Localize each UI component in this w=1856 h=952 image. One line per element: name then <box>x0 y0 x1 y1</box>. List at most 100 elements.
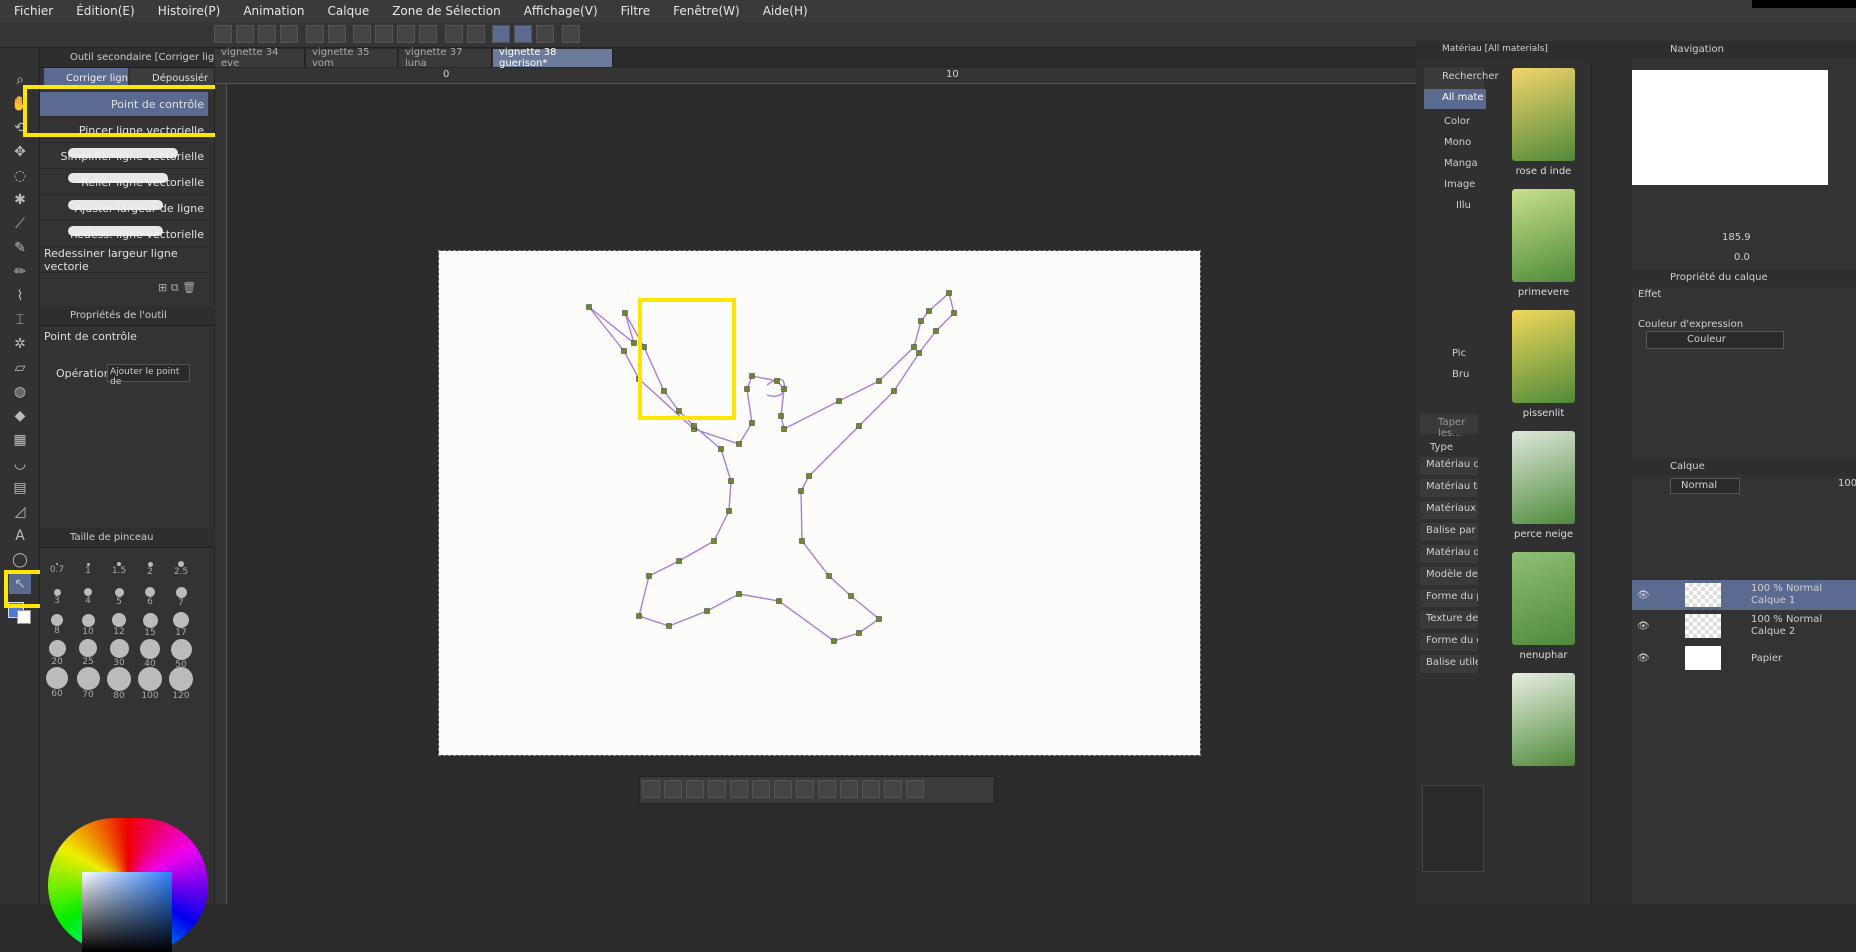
snap-grid-icon[interactable] <box>466 25 485 43</box>
tab-vignette-35[interactable]: vignette 35 vom <box>306 47 398 69</box>
brush-size-cell[interactable]: 17 <box>166 610 196 638</box>
control-point[interactable] <box>778 413 784 419</box>
control-point[interactable] <box>806 473 812 479</box>
brush-size-cell[interactable]: 1 <box>73 554 103 581</box>
balloon-icon[interactable]: ◯ <box>9 550 31 570</box>
tree-manga[interactable]: Manga <box>1444 153 1478 174</box>
control-point[interactable] <box>728 478 734 484</box>
control-point[interactable] <box>621 348 627 354</box>
new-icon[interactable] <box>214 25 232 43</box>
brush-size-cell[interactable]: 2.5 <box>166 554 196 581</box>
control-point[interactable] <box>836 398 842 404</box>
control-point[interactable] <box>666 623 672 629</box>
brush-icon[interactable]: ⌇ <box>9 286 31 306</box>
crop-icon[interactable] <box>397 25 415 43</box>
navigator-preview[interactable] <box>1632 70 1828 185</box>
tree-illu[interactable]: Illu <box>1444 195 1478 216</box>
brush-size-cell[interactable]: 8 <box>42 610 72 637</box>
control-point[interactable] <box>911 344 917 350</box>
layer-row[interactable]: 👁 100 % Normal Calque 1 <box>1632 580 1856 610</box>
control-point[interactable] <box>916 350 922 356</box>
control-point[interactable] <box>891 388 897 394</box>
material-thumbnail[interactable] <box>1512 673 1575 766</box>
options-icon[interactable] <box>906 780 924 798</box>
select-copy-icon[interactable] <box>774 780 792 798</box>
material-thumbnail[interactable] <box>1512 431 1575 524</box>
scale-icon[interactable] <box>840 780 858 798</box>
brush-size-cell[interactable]: 6 <box>135 582 165 609</box>
control-point[interactable] <box>749 420 755 426</box>
layer-row[interactable]: 👁 100 % Normal Calque 2 <box>1632 611 1856 641</box>
control-point[interactable] <box>704 608 710 614</box>
fill-bucket-icon[interactable]: ◆ <box>9 406 31 426</box>
menu-edition[interactable]: Édition(E) <box>62 4 143 18</box>
material-thumbnail[interactable] <box>1512 68 1575 161</box>
control-point[interactable] <box>586 304 592 310</box>
type-item[interactable]: Matériau d'Ir <box>1420 545 1478 563</box>
fill-icon[interactable] <box>375 25 393 43</box>
eyedropper-icon[interactable]: ⟋ <box>9 214 31 234</box>
control-point[interactable] <box>798 488 804 494</box>
brush-size-cell[interactable]: 80 <box>104 666 134 701</box>
type-item[interactable]: Texture de p <box>1420 611 1478 629</box>
redo-icon[interactable] <box>327 25 346 43</box>
menu-histoire[interactable]: Histoire(P) <box>144 4 230 18</box>
canvas-paper[interactable] <box>438 250 1201 756</box>
type-item[interactable]: Forme du p <box>1420 589 1478 607</box>
control-point[interactable] <box>726 508 732 514</box>
menu-animation[interactable]: Animation <box>229 4 313 18</box>
undo-icon[interactable] <box>305 25 324 43</box>
print-icon[interactable] <box>280 25 298 43</box>
snap-icon[interactable] <box>419 25 437 43</box>
blend-mode-select[interactable]: Normal <box>1670 478 1740 494</box>
brush-size-cell[interactable]: 100 <box>135 666 165 701</box>
eye-icon[interactable]: 👁 <box>1637 621 1650 632</box>
frame-icon[interactable]: ▤ <box>9 478 31 498</box>
open-icon[interactable] <box>236 25 254 43</box>
brush-size-cell[interactable]: 12 <box>104 610 134 637</box>
subtool-actions[interactable]: ⊞ ⧉ 🗑 <box>158 281 196 295</box>
fill-icon[interactable] <box>862 780 880 798</box>
select-expand-icon[interactable] <box>686 780 704 798</box>
tab-vignette-38[interactable]: vignette 38 guerison* <box>493 47 613 69</box>
menu-selection[interactable]: Zone de Sélection <box>378 4 509 18</box>
gradient-icon[interactable]: ▦ <box>9 430 31 450</box>
zoom-value[interactable]: 185.9 <box>1722 232 1751 243</box>
expression-color-select[interactable]: Couleur <box>1646 331 1784 349</box>
eye-icon[interactable]: 👁 <box>1637 653 1650 664</box>
tree-pic[interactable]: Pic <box>1452 343 1469 364</box>
operation-select[interactable]: Ajouter le point de <box>107 364 190 387</box>
rotate-value[interactable]: 0.0 <box>1734 252 1750 263</box>
drawing[interactable] <box>439 251 1200 755</box>
snap-ruler-icon[interactable] <box>444 25 463 43</box>
sub-color-swatch[interactable] <box>17 610 31 624</box>
help-icon[interactable] <box>561 25 580 43</box>
transform-icon[interactable] <box>353 25 371 43</box>
brush-size-cell[interactable]: 20 <box>42 638 72 667</box>
brush-size-cell[interactable]: 30 <box>104 638 134 668</box>
tree-bru[interactable]: Bru <box>1452 364 1469 385</box>
material-thumbnail[interactable] <box>1512 552 1575 645</box>
opacity-value[interactable]: 100 <box>1838 478 1856 489</box>
control-point[interactable] <box>933 328 939 334</box>
text-icon[interactable]: A <box>9 526 31 546</box>
tree-image[interactable]: Image <box>1444 174 1478 195</box>
control-point[interactable] <box>876 616 882 622</box>
eraser-icon[interactable]: ▱ <box>9 358 31 378</box>
scrollbar[interactable] <box>1400 84 1416 904</box>
control-point[interactable] <box>776 598 782 604</box>
tree-all-materials[interactable]: All mate <box>1424 89 1486 109</box>
select-circle-icon[interactable] <box>752 780 770 798</box>
pen-pressure-icon[interactable] <box>536 25 554 43</box>
material-search[interactable]: Rechercher <box>1424 67 1499 89</box>
control-point[interactable] <box>736 591 742 597</box>
brush-size-cell[interactable]: 10 <box>73 610 103 637</box>
control-point[interactable] <box>711 538 717 544</box>
type-item[interactable]: Modèle de <box>1420 567 1478 585</box>
control-point[interactable] <box>636 613 642 619</box>
tree-color[interactable]: Color <box>1444 111 1478 132</box>
brush-size-cell[interactable]: 15 <box>135 610 165 638</box>
brush-size-cell[interactable]: 25 <box>73 638 103 667</box>
brush-size-cell[interactable]: 60 <box>42 666 72 699</box>
ruler-icon[interactable]: ◿ <box>9 502 31 522</box>
